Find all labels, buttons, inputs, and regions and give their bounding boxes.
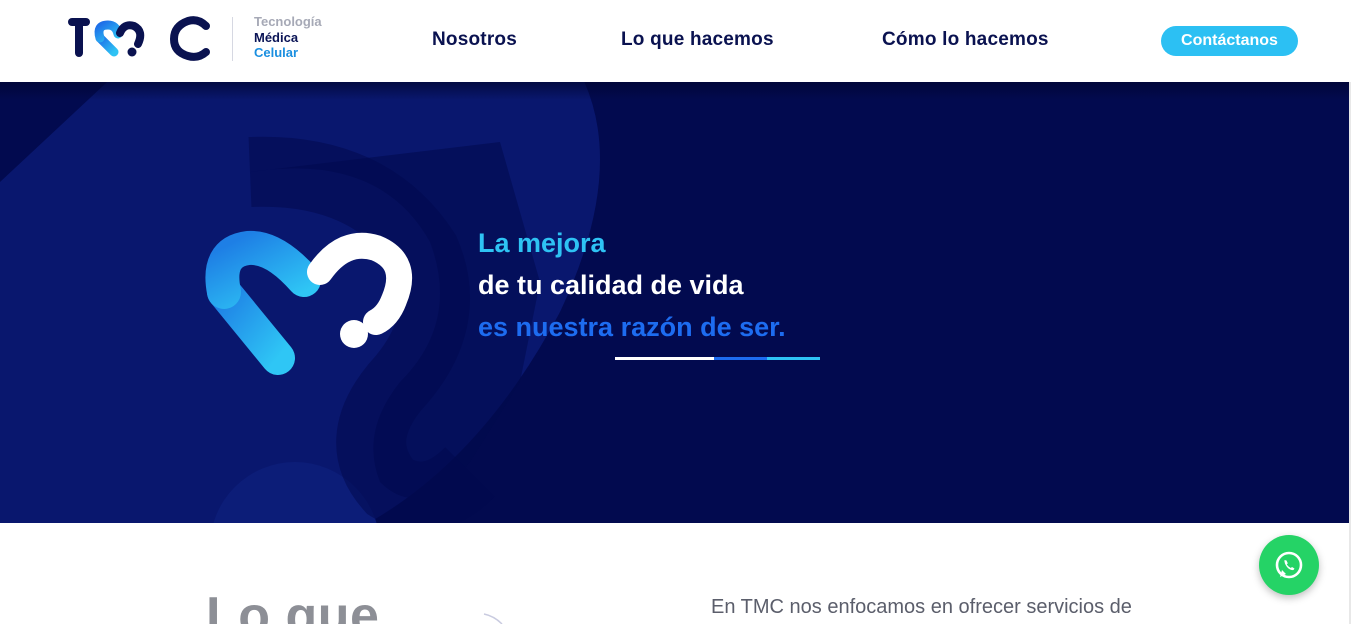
nav-link-lo-que-hacemos[interactable]: Lo que hacemos xyxy=(621,29,774,51)
hero-headline: La mejora de tu calidad de vida es nuest… xyxy=(478,222,786,348)
site-header: Tecnología Médica Celular Nosotros Lo qu… xyxy=(0,0,1351,82)
tagline-line-2: Médica xyxy=(254,29,299,45)
tmc-logo[interactable] xyxy=(66,14,216,64)
hero-underline-white xyxy=(615,357,714,360)
hero-underline-cyan xyxy=(767,357,820,360)
hero-underline-blue xyxy=(714,357,767,360)
logo-divider xyxy=(232,17,233,61)
section-title: Lo que xyxy=(206,587,380,624)
tagline-line-3: Celular xyxy=(254,45,299,60)
hero-line-3: es nuestra razón de ser. xyxy=(478,312,786,342)
logo-tagline: Tecnología Médica Celular xyxy=(254,14,322,61)
whatsapp-icon xyxy=(1275,551,1303,579)
contact-button[interactable]: Contáctanos xyxy=(1161,26,1298,56)
whatsapp-button[interactable] xyxy=(1259,535,1319,595)
hero-line-1: La mejora xyxy=(478,228,606,258)
hero-line-2: de tu calidad de vida xyxy=(478,270,744,300)
tmc-heart-mark-icon xyxy=(196,230,416,380)
tagline-line-1: Tecnología xyxy=(254,14,322,29)
decorative-arrow-icon xyxy=(483,613,503,624)
section-description: En TMC nos enfocamos en ofrecer servicio… xyxy=(711,596,1132,618)
nav-link-nosotros[interactable]: Nosotros xyxy=(432,29,517,51)
hero-banner: La mejora de tu calidad de vida es nuest… xyxy=(0,82,1349,523)
nav-link-como-lo-hacemos[interactable]: Cómo lo hacemos xyxy=(882,29,1049,51)
header-shadow xyxy=(0,82,1349,100)
